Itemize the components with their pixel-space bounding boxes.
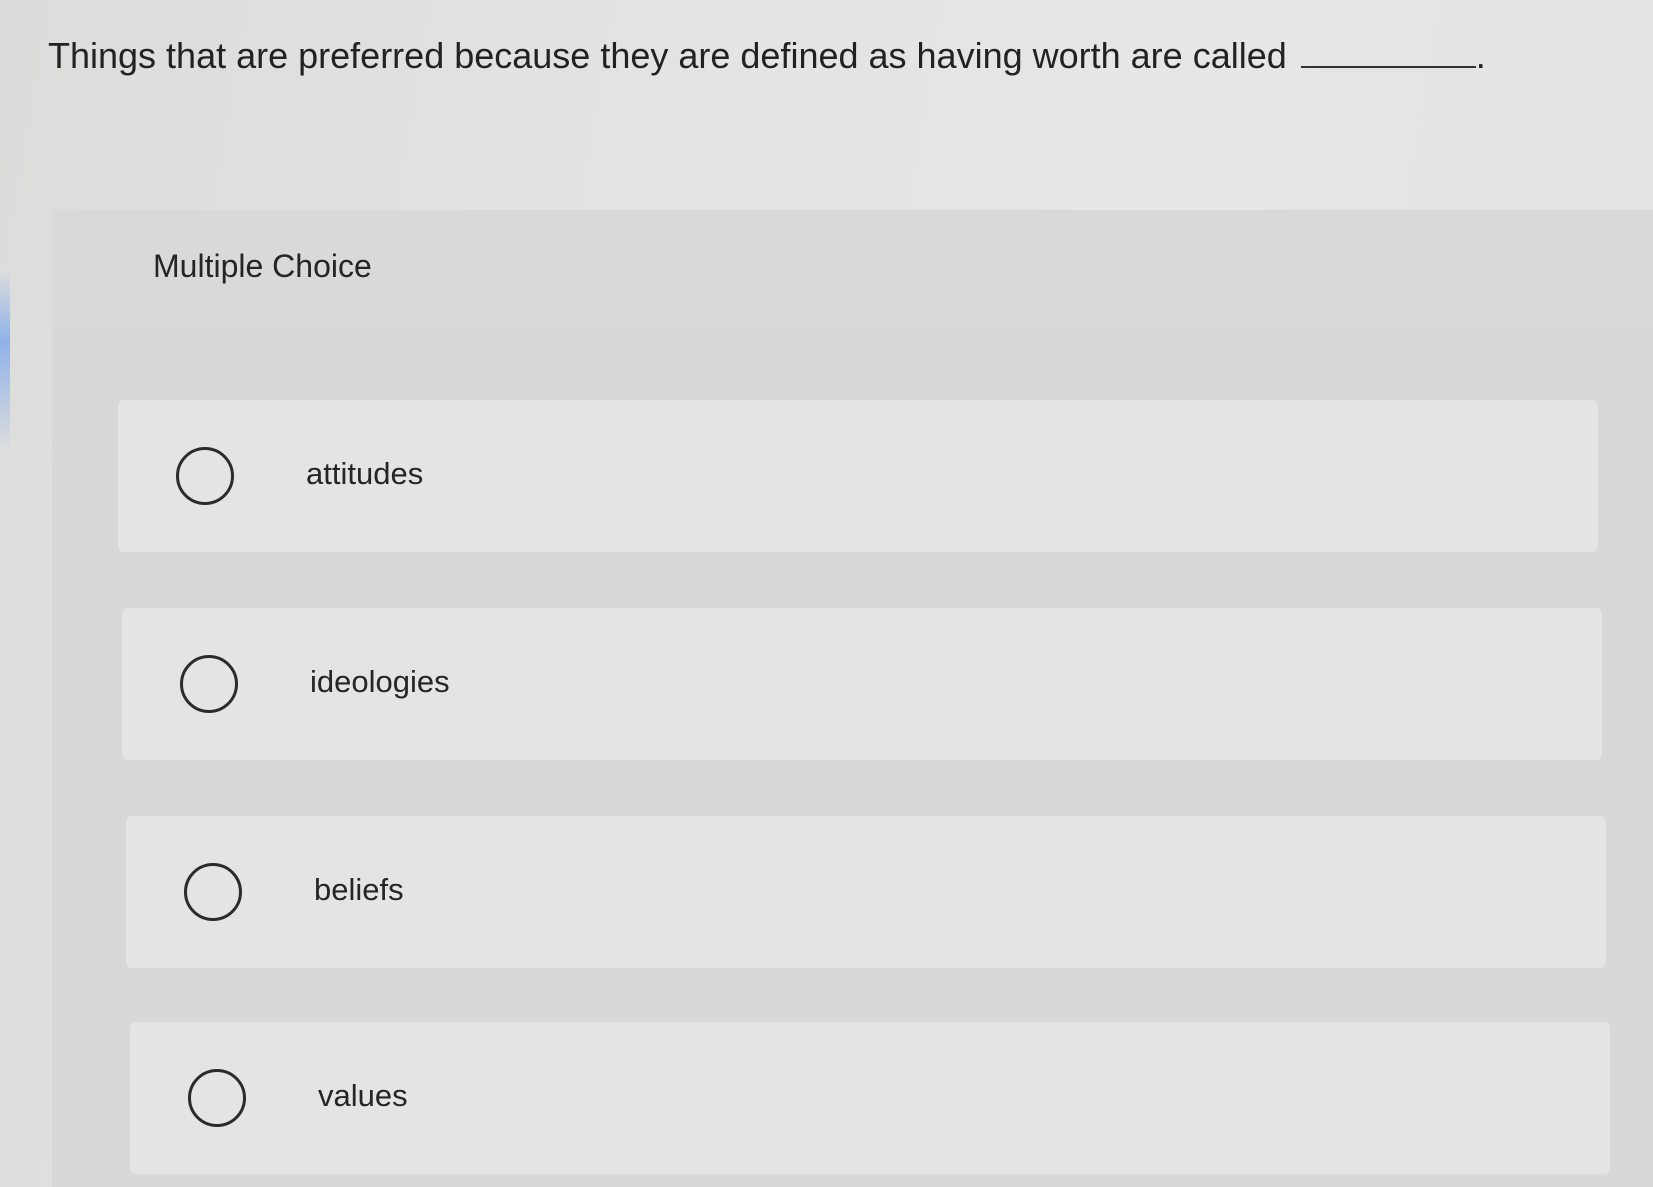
option-beliefs[interactable]: beliefs <box>126 816 1606 968</box>
multiple-choice-header: Multiple Choice <box>52 210 1653 326</box>
option-label: values <box>318 1078 408 1113</box>
option-label: beliefs <box>314 872 404 907</box>
option-label: attitudes <box>306 456 424 491</box>
multiple-choice-panel: Multiple Choice attitudes ideologies bel… <box>52 210 1653 1187</box>
option-label: ideologies <box>310 664 450 699</box>
question-text: Things that are preferred because they a… <box>48 35 1287 76</box>
radio-button-icon[interactable] <box>184 863 242 921</box>
edge-highlight <box>0 270 10 450</box>
option-values[interactable]: values <box>130 1022 1610 1174</box>
radio-button-icon[interactable] <box>188 1069 246 1127</box>
radio-button-icon[interactable] <box>180 655 238 713</box>
multiple-choice-label: Multiple Choice <box>153 248 372 284</box>
question-period: . <box>1475 35 1486 76</box>
radio-button-icon[interactable] <box>176 447 234 505</box>
option-ideologies[interactable]: ideologies <box>122 608 1602 760</box>
option-attitudes[interactable]: attitudes <box>118 400 1598 552</box>
answer-blank <box>1300 36 1476 68</box>
question-prompt: Things that are preferred because they a… <box>48 34 1486 78</box>
